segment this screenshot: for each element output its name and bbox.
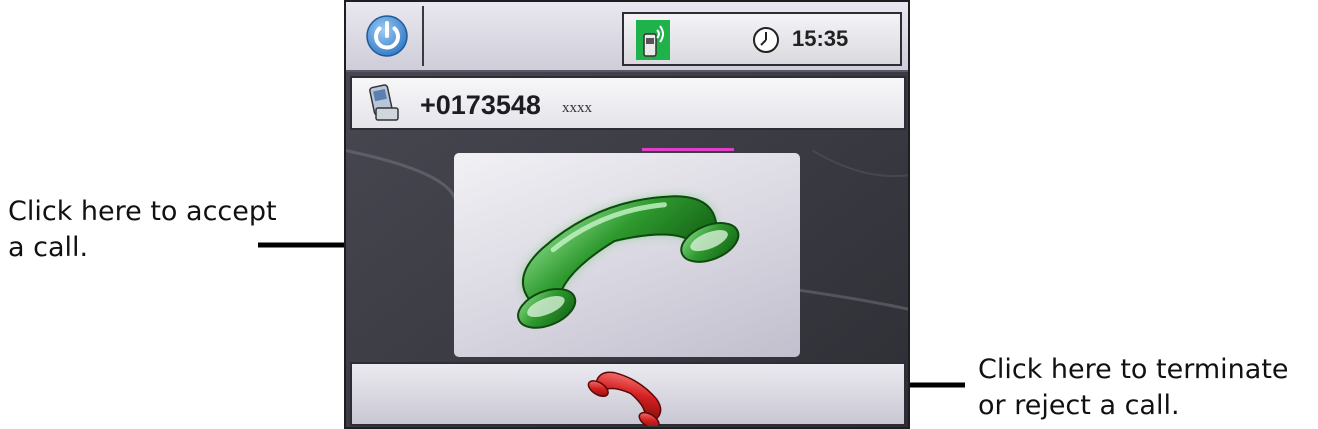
accept-call-annotation: Click here to accept a call.	[8, 196, 277, 263]
red-phone-handset-icon	[587, 371, 662, 426]
signal-icon	[636, 20, 670, 60]
power-button[interactable]	[352, 6, 424, 66]
clock-icon	[753, 27, 779, 53]
mobile-phone-icon	[369, 84, 399, 121]
caller-info-bar: +0173548 xxxx	[350, 76, 906, 130]
phone-call-screen: 15:35 +0173548 xxxx	[344, 0, 910, 429]
green-phone-handset-icon	[517, 195, 740, 329]
caller-number-suffix: xxxx	[562, 100, 592, 116]
reject-call-button[interactable]	[350, 362, 906, 426]
clock-time: 15:35	[792, 26, 849, 51]
status-box: 15:35	[622, 12, 902, 66]
status-bar: 15:35	[346, 2, 908, 72]
accept-call-button[interactable]	[454, 153, 800, 357]
power-icon	[366, 15, 408, 57]
caller-number: +0173548	[420, 90, 541, 120]
accent-line	[642, 148, 734, 151]
reject-call-annotation: Click here to terminate or reject a call…	[978, 354, 1289, 421]
